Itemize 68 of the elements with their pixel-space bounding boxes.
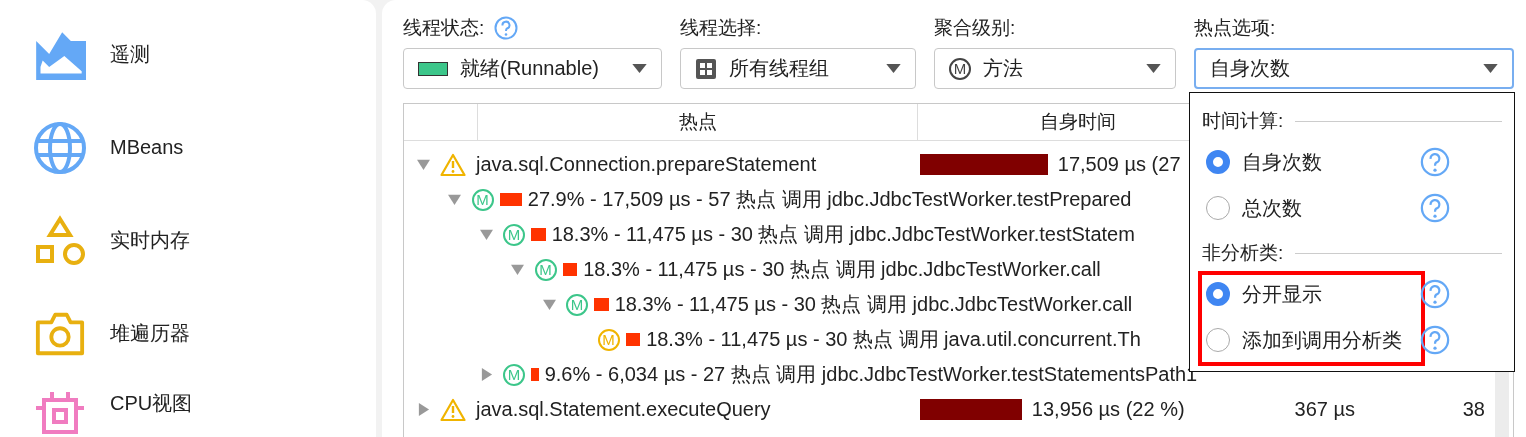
column-header[interactable]: 热点 <box>478 104 918 140</box>
self-time: 17,509 µs (27 <box>1057 153 1181 176</box>
globe-icon <box>34 121 86 174</box>
sidebar-item[interactable]: MBeans <box>110 136 184 159</box>
sidebar-item[interactable]: CPU视图 <box>110 390 193 417</box>
table-cell: 367 µs <box>1294 398 1355 420</box>
method-icon: M <box>503 363 525 386</box>
table-cell: 38 <box>1462 398 1485 420</box>
percent-bar <box>531 228 546 241</box>
method-icon: M <box>597 328 620 351</box>
expand-arrow-icon[interactable] <box>416 403 430 416</box>
filter-label: 聚合级别: <box>934 16 1016 40</box>
percent-bar <box>499 193 522 206</box>
method-icon: M <box>566 293 588 316</box>
collapse-arrow-icon[interactable] <box>542 298 556 311</box>
caret-icon <box>1483 64 1498 73</box>
collapse-arrow-icon[interactable] <box>511 263 524 276</box>
hotspot-name[interactable]: java.sql.Connection.prepareStatement <box>476 153 817 176</box>
help-icon[interactable] <box>1420 193 1450 223</box>
sidebar-item[interactable]: 实时内存 <box>110 227 190 254</box>
warning-icon <box>440 397 466 422</box>
call-text[interactable]: 27.9% - 17,509 µs - 57 热点 调用 jdbc.JdbcTestWorker.testPrepared <box>527 186 1132 213</box>
call-text[interactable]: 18.3% - 11,475 µs - 30 热点 调用 jdbc.JdbcTestWorker.call <box>614 291 1133 318</box>
dropdown[interactable]: 自身次数 <box>1194 48 1514 89</box>
method-icon: M <box>471 188 494 211</box>
collapse-arrow-icon[interactable] <box>479 228 493 241</box>
caret-icon <box>632 64 647 73</box>
chip-icon <box>34 390 86 437</box>
filter-label: 线程选择: <box>680 16 762 40</box>
call-text[interactable]: 9.6% - 6,034 µs - 27 热点 调用 jdbc.JdbcTestWorker.testStatementsPath1 <box>544 361 1198 388</box>
option-label[interactable]: 自身次数 <box>1242 148 1322 176</box>
hotspot-name[interactable]: java.sql.Statement.executeQuery <box>476 398 771 421</box>
dropdown[interactable]: M 方法 <box>934 48 1176 89</box>
filter-label: 线程状态: <box>403 16 485 40</box>
percent-bar <box>531 368 539 381</box>
dropdown[interactable]: 就绪(Runnable) <box>403 48 662 89</box>
option-label[interactable]: 添加到调用分析类 <box>1242 326 1402 354</box>
collapse-arrow-icon[interactable] <box>416 158 430 171</box>
expand-arrow-icon[interactable] <box>479 368 493 381</box>
help-icon[interactable] <box>1420 325 1450 355</box>
section-title: 非分析类: <box>1202 241 1284 265</box>
option-label[interactable]: 总次数 <box>1242 194 1302 222</box>
sidebar-item[interactable]: 遥测 <box>110 41 150 68</box>
percent-bar <box>594 298 609 311</box>
warning-icon <box>440 152 466 177</box>
call-text[interactable]: 18.3% - 11,475 µs - 30 热点 调用 jdbc.JdbcTestWorker.testStatem <box>551 221 1135 248</box>
method-icon: M <box>534 258 557 281</box>
percent-bar <box>625 333 641 346</box>
help-icon[interactable] <box>1420 147 1450 177</box>
call-text[interactable]: 18.3% - 11,475 µs - 30 热点 调用 java.util.concurrent.Th <box>646 326 1141 353</box>
caret-icon <box>1146 64 1161 73</box>
help-icon[interactable] <box>1420 279 1450 309</box>
option-label[interactable]: 分开显示 <box>1242 280 1322 308</box>
caret-icon <box>886 64 901 73</box>
radio-button[interactable] <box>1206 150 1230 174</box>
collapse-arrow-icon[interactable] <box>448 193 461 206</box>
method-icon: M <box>503 223 525 246</box>
grid-icon <box>695 57 717 80</box>
dropdown[interactable]: 所有线程组 <box>680 48 916 89</box>
filter-label: 热点选项: <box>1194 16 1276 40</box>
call-text[interactable]: 18.3% - 11,475 µs - 30 热点 调用 jdbc.JdbcTestWorker.call <box>583 256 1101 283</box>
percent-bar <box>562 263 578 276</box>
self-time: 13,956 µs (22 %) <box>1031 398 1185 421</box>
method-icon: M <box>949 57 971 80</box>
radio-button[interactable] <box>1206 282 1230 306</box>
sidebar-item[interactable]: 堆遍历器 <box>110 320 190 347</box>
help-icon[interactable] <box>494 16 519 40</box>
shapes-icon <box>34 214 86 267</box>
